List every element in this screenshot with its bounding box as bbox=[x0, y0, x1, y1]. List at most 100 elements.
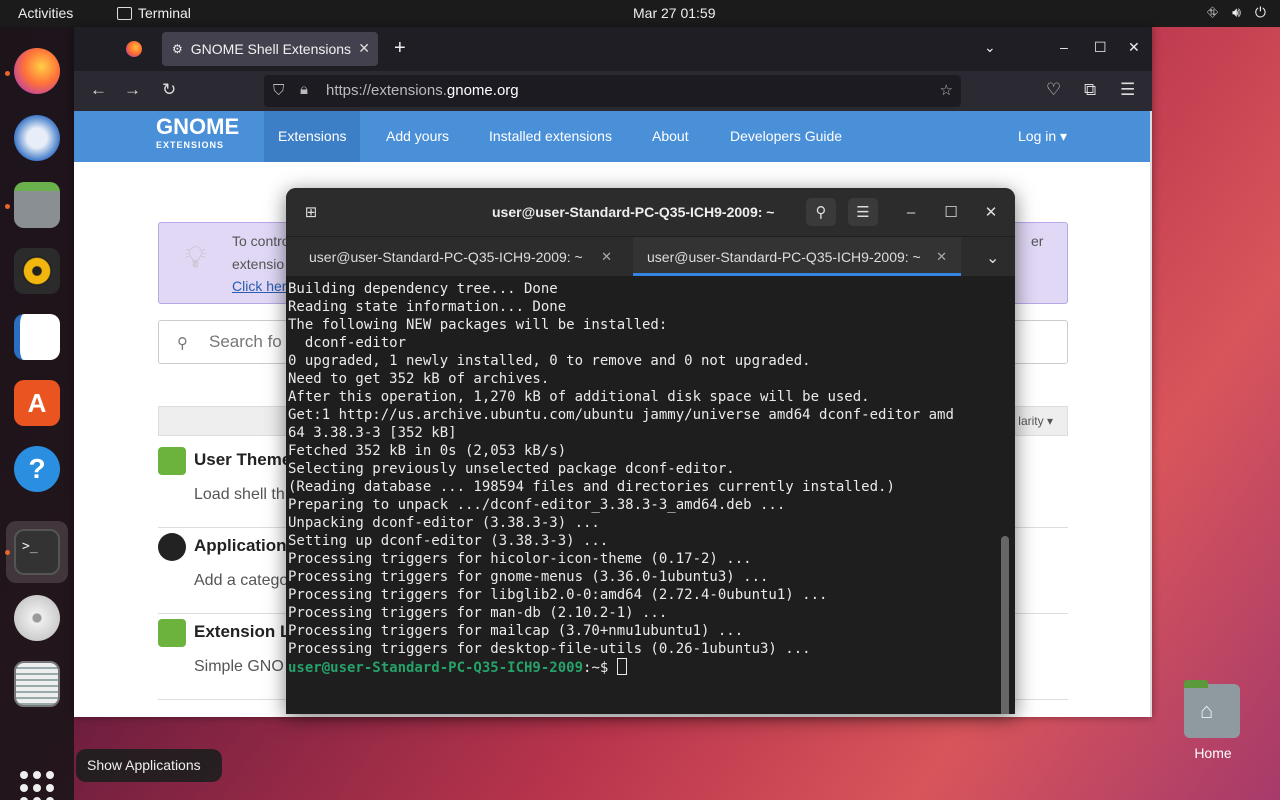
running-indicator bbox=[5, 550, 10, 555]
close-tab-icon[interactable]: ✕ bbox=[358, 40, 370, 57]
terminal-line: Need to get 352 kB of archives. bbox=[288, 371, 550, 387]
extension-description: Simple GNO bbox=[194, 658, 284, 675]
login-link[interactable]: Log in ▾ bbox=[1018, 128, 1067, 145]
show-applications-tooltip: Show Applications bbox=[76, 749, 222, 782]
pocket-icon[interactable]: ♡ bbox=[1046, 80, 1061, 100]
minimize-icon[interactable]: – bbox=[1060, 39, 1068, 55]
site-header: GNOME EXTENSIONS Extensions Add yours In… bbox=[74, 111, 1150, 162]
terminal-tab-active[interactable]: user@user-Standard-PC-Q35-ICH9-2009: ~ ✕ bbox=[633, 237, 961, 277]
terminal-line: Processing triggers for libglib2.0-0:amd… bbox=[288, 587, 828, 603]
new-tab-icon[interactable]: ⊞ bbox=[296, 198, 326, 226]
nav-about[interactable]: About bbox=[652, 128, 689, 144]
back-icon[interactable]: ← bbox=[90, 80, 107, 100]
gnome-extensions-logo[interactable]: GNOME EXTENSIONS bbox=[156, 116, 239, 154]
hamburger-menu-icon[interactable]: ☰ bbox=[848, 198, 878, 226]
nav-developers-guide[interactable]: Developers Guide bbox=[730, 128, 842, 144]
tab-list-chevron-down-icon[interactable]: ⌄ bbox=[986, 248, 999, 268]
extension-name[interactable]: User Theme bbox=[194, 450, 291, 470]
terminal-line: 0 upgraded, 1 newly installed, 0 to remo… bbox=[288, 353, 811, 369]
info-link[interactable]: Click her bbox=[232, 278, 286, 294]
terminal-line: Unpacking dconf-editor (3.38.3-3) ... bbox=[288, 515, 600, 531]
libreoffice-writer-icon[interactable] bbox=[14, 314, 60, 360]
gnome-foot-icon bbox=[158, 533, 186, 561]
search-placeholder: Search fo bbox=[209, 332, 282, 351]
forward-icon[interactable]: → bbox=[124, 80, 141, 100]
rhythmbox-icon[interactable] bbox=[14, 248, 60, 294]
extension-description: Load shell th bbox=[194, 486, 285, 503]
thunderbird-icon[interactable] bbox=[14, 115, 60, 161]
home-desktop-icon[interactable]: ⌂ Home bbox=[1184, 680, 1242, 761]
app-center-icon[interactable]: A bbox=[14, 380, 60, 426]
menu-icon[interactable]: ☰ bbox=[1120, 80, 1135, 100]
volume-icon[interactable]: 🔊︎ bbox=[1232, 4, 1241, 21]
info-text-1-right: er bbox=[1031, 233, 1044, 249]
app-menu[interactable]: Terminal bbox=[117, 5, 191, 21]
extension-name[interactable]: Extension L bbox=[194, 622, 290, 642]
sort-dropdown[interactable]: larity ▾ bbox=[1018, 414, 1053, 428]
system-tray[interactable]: ⛗ 🔊︎ ⏻ bbox=[1207, 4, 1266, 21]
nav-installed-extensions[interactable]: Installed extensions bbox=[489, 128, 612, 144]
extensions-icon[interactable]: ⧉ bbox=[1084, 80, 1096, 100]
new-tab-button[interactable]: + bbox=[394, 37, 406, 60]
terminal-cursor bbox=[616, 658, 627, 675]
extension-name[interactable]: Application bbox=[194, 536, 287, 556]
minimize-icon[interactable]: – bbox=[896, 198, 926, 226]
tracking-shield-icon[interactable]: ⛉ bbox=[273, 82, 284, 99]
prompt-user: user@user-Standard-PC-Q35-ICH9-2009 bbox=[288, 660, 584, 676]
browser-tab-bar: ⚙ GNOME Shell Extensions ✕ + ⌄ – ☐ ✕ bbox=[74, 27, 1152, 71]
home-label: Home bbox=[1194, 745, 1232, 761]
lock-icon[interactable]: 🔒︎ bbox=[300, 81, 308, 98]
dock: A ? >_ bbox=[0, 27, 74, 800]
maximize-icon[interactable]: ☐ bbox=[936, 198, 966, 226]
maximize-icon[interactable]: ☐ bbox=[1094, 39, 1107, 56]
page-scrollbar[interactable] bbox=[1150, 111, 1152, 717]
list-tabs-icon[interactable]: ⌄ bbox=[984, 39, 996, 56]
running-indicator bbox=[5, 204, 10, 209]
bookmark-star-icon[interactable]: ☆ bbox=[940, 81, 953, 99]
nav-add-yours[interactable]: Add yours bbox=[386, 128, 449, 144]
terminal-line: Selecting previously unselected package … bbox=[288, 461, 735, 477]
text-editor-icon[interactable] bbox=[14, 661, 60, 707]
close-tab-icon[interactable]: ✕ bbox=[601, 249, 612, 265]
terminal-line: Processing triggers for gnome-menus (3.3… bbox=[288, 569, 769, 585]
help-icon[interactable]: ? bbox=[14, 446, 60, 492]
close-tab-icon[interactable]: ✕ bbox=[936, 249, 947, 265]
terminal-scrollbar[interactable] bbox=[1001, 536, 1009, 714]
show-apps-icon[interactable] bbox=[20, 771, 54, 800]
terminal-line: (Reading database ... 198594 files and d… bbox=[288, 479, 895, 495]
search-icon[interactable]: ⚲ bbox=[806, 198, 836, 226]
url-bar[interactable]: ⛉ 🔒︎ https://extensions.gnome.org ☆ bbox=[264, 75, 961, 107]
tab-favicon-icon: ⚙ bbox=[172, 42, 183, 56]
app-name: Terminal bbox=[138, 5, 191, 21]
info-text-1: To contro bbox=[232, 233, 290, 249]
tab-title: GNOME Shell Extensions bbox=[190, 41, 352, 57]
extension-description: Add a catego bbox=[194, 572, 289, 589]
reload-icon[interactable]: ↻ bbox=[162, 80, 176, 100]
activities-button[interactable]: Activities bbox=[18, 5, 73, 21]
terminal-line: dconf-editor bbox=[304, 335, 407, 351]
terminal-line: Fetched 352 kB in 0s (2,053 kB/s) bbox=[288, 443, 567, 459]
firefox-icon[interactable] bbox=[14, 48, 60, 94]
house-icon: ⌂ bbox=[1200, 698, 1214, 723]
close-window-icon[interactable]: ✕ bbox=[976, 198, 1006, 226]
browser-tab[interactable]: ⚙ GNOME Shell Extensions ✕ bbox=[162, 32, 378, 66]
network-icon[interactable]: ⛗ bbox=[1207, 4, 1218, 21]
files-icon[interactable] bbox=[14, 182, 60, 228]
terminal-line: Preparing to unpack .../dconf-editor_3.3… bbox=[288, 497, 786, 513]
terminal-icon[interactable]: >_ bbox=[14, 529, 60, 575]
terminal-tab[interactable]: user@user-Standard-PC-Q35-ICH9-2009: ~ ✕ bbox=[286, 237, 626, 277]
terminal-tab-title: user@user-Standard-PC-Q35-ICH9-2009: ~ bbox=[309, 249, 583, 265]
terminal-output[interactable]: Building dependency tree... Done Reading… bbox=[286, 276, 1015, 714]
close-window-icon[interactable]: ✕ bbox=[1128, 39, 1140, 56]
terminal-line: Processing triggers for hicolor-icon-the… bbox=[288, 551, 752, 567]
power-icon[interactable]: ⏻ bbox=[1255, 4, 1266, 21]
terminal-line: Processing triggers for desktop-file-uti… bbox=[288, 641, 811, 657]
puzzle-icon bbox=[158, 619, 186, 647]
disc-icon[interactable] bbox=[14, 595, 60, 641]
top-bar: Activities Terminal Mar 27 01:59 ⛗ 🔊︎ ⏻ bbox=[0, 0, 1280, 27]
home-folder-icon: ⌂ bbox=[1184, 680, 1240, 738]
firefox-view-icon[interactable] bbox=[126, 41, 142, 57]
nav-extensions[interactable]: Extensions bbox=[278, 128, 346, 144]
speaker-shape bbox=[22, 256, 52, 286]
clock[interactable]: Mar 27 01:59 bbox=[633, 5, 716, 21]
